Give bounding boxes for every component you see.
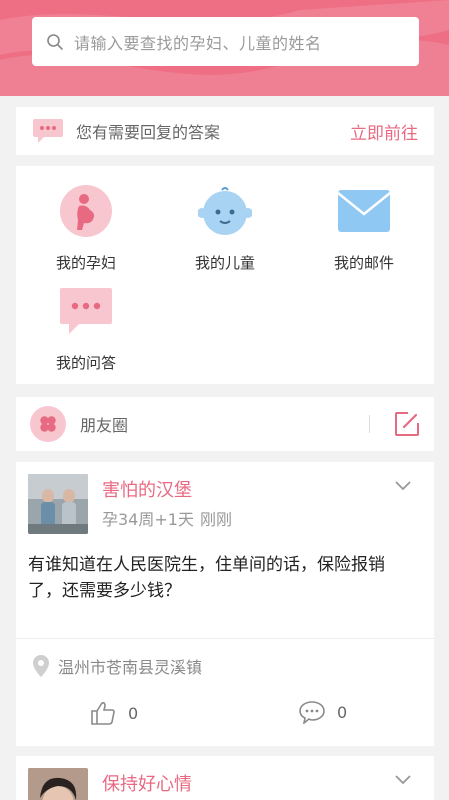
chevron-down-icon[interactable] bbox=[394, 480, 412, 492]
avatar-photo bbox=[28, 768, 88, 800]
clover-icon bbox=[30, 406, 66, 442]
menu-item-pregnant[interactable]: 我的孕妇 bbox=[26, 184, 146, 273]
like-count: 0 bbox=[128, 703, 139, 723]
menu-grid: 我的孕妇 我的儿童 我的邮件 我的问答 bbox=[16, 166, 434, 384]
menu-item-qa[interactable]: 我的问答 bbox=[26, 284, 146, 373]
friends-circle-label: 朋友圈 bbox=[80, 416, 129, 435]
menu-item-label: 我的问答 bbox=[55, 354, 116, 372]
avatar-photo bbox=[28, 474, 88, 534]
post-content: 有谁知道在人民医院生，住单间的话，保险报销了，还需要多少钱？ bbox=[28, 555, 385, 601]
post-author[interactable]: 保持好心情 bbox=[102, 770, 192, 796]
pregnancy-stage: 孕34周+1天 bbox=[102, 510, 194, 529]
divider bbox=[16, 638, 434, 639]
menu-item-children[interactable]: 我的儿童 bbox=[165, 184, 285, 273]
search-placeholder: 请输入要查找的孕妇、儿童的姓名 bbox=[74, 33, 322, 53]
chat-bubble-icon bbox=[33, 119, 63, 143]
post-meta: 孕34周+1天 刚刚 bbox=[102, 506, 232, 530]
friends-circle-bar[interactable]: 朋友圈 bbox=[16, 397, 434, 451]
post-location: 温州市苍南县灵溪镇 bbox=[32, 654, 202, 678]
post-time: 刚刚 bbox=[199, 510, 232, 529]
divider bbox=[369, 415, 370, 433]
chat-bubble-icon bbox=[60, 288, 112, 334]
comment-button[interactable]: 0 bbox=[299, 700, 347, 724]
search-input[interactable]: 请输入要查找的孕妇、儿童的姓名 bbox=[32, 17, 419, 66]
location-text: 温州市苍南县灵溪镇 bbox=[58, 658, 203, 677]
menu-item-label: 我的邮件 bbox=[333, 254, 394, 272]
comment-count: 0 bbox=[337, 702, 348, 722]
like-button[interactable]: 0 bbox=[90, 700, 138, 726]
edit-icon[interactable] bbox=[394, 411, 420, 437]
post-card: 保持好心情 bbox=[16, 756, 434, 800]
chevron-down-icon[interactable] bbox=[394, 774, 412, 786]
avatar[interactable] bbox=[28, 474, 88, 534]
reply-banner-text: 您有需要回复的答案 bbox=[76, 123, 221, 142]
avatar[interactable] bbox=[28, 768, 88, 800]
pregnant-woman-icon bbox=[60, 185, 112, 237]
baby-face-icon bbox=[197, 187, 253, 235]
mail-icon bbox=[337, 190, 391, 232]
menu-item-mail[interactable]: 我的邮件 bbox=[304, 184, 424, 273]
menu-item-label: 我的儿童 bbox=[194, 254, 255, 272]
go-now-link[interactable]: 立即前往 bbox=[350, 119, 418, 144]
post-author[interactable]: 害怕的汉堡 bbox=[102, 476, 192, 502]
reply-banner[interactable]: 您有需要回复的答案 立即前往 bbox=[16, 107, 434, 155]
header-banner: 请输入要查找的孕妇、儿童的姓名 bbox=[0, 0, 449, 96]
post-card: 害怕的汉堡 孕34周+1天 刚刚 有谁知道在人民医院生，住单间的话，保险报销了，还… bbox=[16, 462, 434, 746]
location-pin-icon bbox=[33, 655, 49, 677]
thumbs-up-icon bbox=[91, 702, 115, 725]
comment-icon bbox=[299, 701, 325, 724]
search-icon bbox=[47, 33, 63, 50]
menu-item-label: 我的孕妇 bbox=[55, 254, 116, 272]
